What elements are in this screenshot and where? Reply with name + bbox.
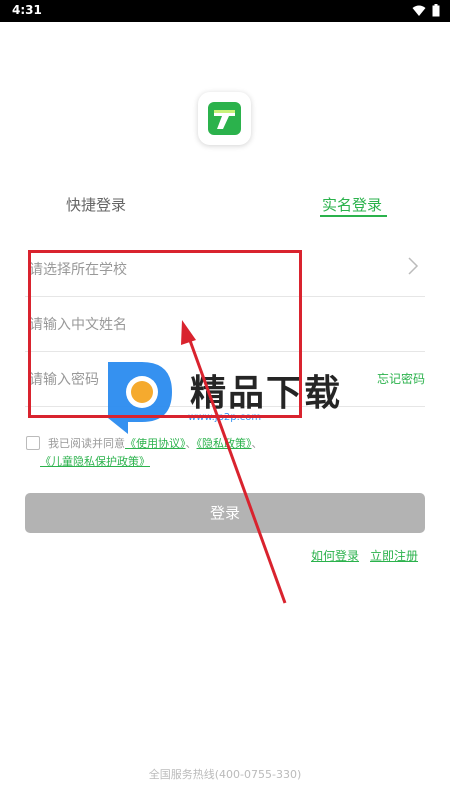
annotation-arrow — [181, 320, 287, 604]
